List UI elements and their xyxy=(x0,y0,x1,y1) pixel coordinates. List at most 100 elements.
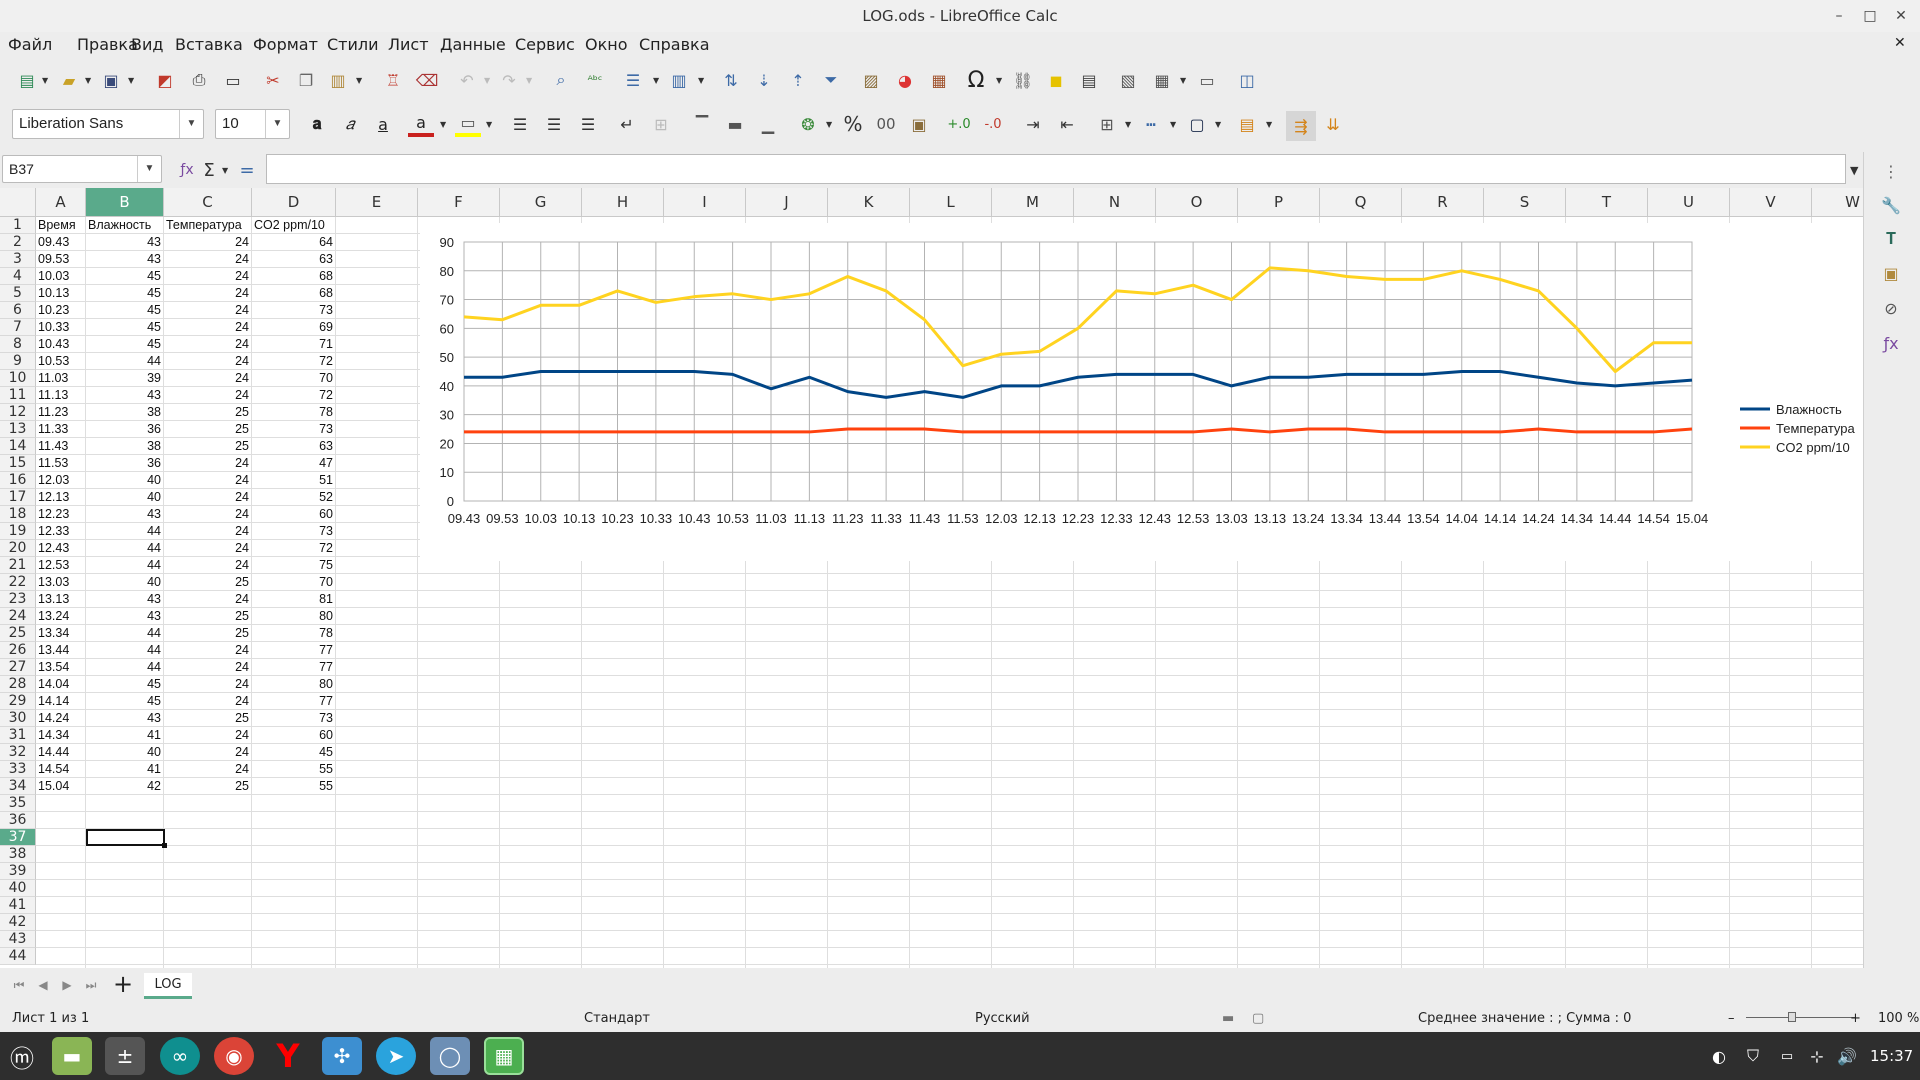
new-dropdown-icon[interactable]: ▼ xyxy=(42,76,48,85)
zoom-out-icon[interactable]: – xyxy=(1728,1011,1735,1026)
select-all-corner[interactable] xyxy=(0,188,36,217)
menu-file[interactable]: Файл xyxy=(8,35,52,54)
row-header-22[interactable]: 22 xyxy=(0,574,36,591)
cell-b32[interactable]: 40 xyxy=(88,745,161,759)
cell-b21[interactable]: 44 xyxy=(88,558,161,572)
mint-menu-icon[interactable]: ⓜ xyxy=(2,1037,42,1075)
row-header-7[interactable]: 7 xyxy=(0,319,36,336)
row-header-40[interactable]: 40 xyxy=(0,880,36,897)
desktop-icon[interactable]: ◯ xyxy=(430,1037,470,1075)
cell-c18[interactable]: 24 xyxy=(166,507,249,521)
cell-a14[interactable]: 11.43 xyxy=(38,439,83,453)
minimize-icon[interactable]: – xyxy=(1822,0,1856,32)
cell-c15[interactable]: 24 xyxy=(166,456,249,470)
cell-a13[interactable]: 11.33 xyxy=(38,422,83,436)
cell-b18[interactable]: 43 xyxy=(88,507,161,521)
name-box[interactable]: B37 ▼ xyxy=(2,155,162,183)
cell-c3[interactable]: 24 xyxy=(166,252,249,266)
cell-a22[interactable]: 13.03 xyxy=(38,575,83,589)
cell-a34[interactable]: 15.04 xyxy=(38,779,83,793)
save-dropdown-icon[interactable]: ▼ xyxy=(128,76,134,85)
cell-b25[interactable]: 44 xyxy=(88,626,161,640)
row-header-21[interactable]: 21 xyxy=(0,557,36,574)
cell-a5[interactable]: 10.13 xyxy=(38,286,83,300)
background-color-dropdown-icon[interactable]: ▼ xyxy=(486,120,492,129)
zoom-level[interactable]: 100 % xyxy=(1878,1011,1919,1026)
row-header-30[interactable]: 30 xyxy=(0,710,36,727)
cell-c28[interactable]: 24 xyxy=(166,677,249,691)
row-header-5[interactable]: 5 xyxy=(0,285,36,302)
cell-a18[interactable]: 12.23 xyxy=(38,507,83,521)
column-header-m[interactable]: M xyxy=(992,188,1074,217)
row-header-35[interactable]: 35 xyxy=(0,795,36,812)
row-icon[interactable]: ☰ xyxy=(620,67,646,93)
borders-dropdown-icon[interactable]: ▼ xyxy=(1125,120,1131,129)
sum-icon[interactable]: Σ xyxy=(196,157,222,183)
first-sheet-icon[interactable]: ⏮ xyxy=(6,972,32,998)
cell-a28[interactable]: 14.04 xyxy=(38,677,83,691)
cell-a17[interactable]: 12.13 xyxy=(38,490,83,504)
cell-a30[interactable]: 14.24 xyxy=(38,711,83,725)
cell-a25[interactable]: 13.34 xyxy=(38,626,83,640)
sort-descending-icon[interactable]: ⇡ xyxy=(785,67,811,93)
cell-d17[interactable]: 52 xyxy=(254,490,333,504)
tray-shield-icon[interactable]: ⛉ xyxy=(1740,1037,1766,1075)
cell-d14[interactable]: 63 xyxy=(254,439,333,453)
cell-d15[interactable]: 47 xyxy=(254,456,333,470)
menu-help[interactable]: Справка xyxy=(639,35,710,54)
cell-a24[interactable]: 13.24 xyxy=(38,609,83,623)
cell-a10[interactable]: 11.03 xyxy=(38,371,83,385)
cell-c12[interactable]: 25 xyxy=(166,405,249,419)
cell-d22[interactable]: 70 xyxy=(254,575,333,589)
cell-c23[interactable]: 24 xyxy=(166,592,249,606)
cell-d7[interactable]: 69 xyxy=(254,320,333,334)
row-header-9[interactable]: 9 xyxy=(0,353,36,370)
cell-d5[interactable]: 68 xyxy=(254,286,333,300)
cell-b22[interactable]: 40 xyxy=(88,575,161,589)
cell-a16[interactable]: 12.03 xyxy=(38,473,83,487)
align-middle-icon[interactable]: ▬ xyxy=(722,111,748,137)
vertical-text-icon[interactable]: ⇊ xyxy=(1320,111,1346,137)
tray-update-icon[interactable]: ◐ xyxy=(1706,1037,1732,1075)
cell-b6[interactable]: 45 xyxy=(88,303,161,317)
column-header-o[interactable]: O xyxy=(1156,188,1238,217)
column-header-h[interactable]: H xyxy=(582,188,664,217)
background-color-icon[interactable]: ▭ xyxy=(455,111,481,137)
cell-d8[interactable]: 71 xyxy=(254,337,333,351)
libreoffice-calc-icon[interactable]: ▦ xyxy=(484,1037,524,1075)
wrap-text-icon[interactable]: ↵ xyxy=(614,111,640,137)
cell-d2[interactable]: 64 xyxy=(254,235,333,249)
cell-a26[interactable]: 13.44 xyxy=(38,643,83,657)
expand-formula-bar-icon[interactable]: ▼ xyxy=(1850,164,1858,177)
decrease-indent-icon[interactable]: ⇤ xyxy=(1054,111,1080,137)
spreadsheet-grid[interactable]: ABCDEFGHIJKLMNOPQRSTUVW 1 2 3 4 5 6 7 8 9 10 11 12 1… xyxy=(0,188,1863,968)
cell-b13[interactable]: 36 xyxy=(88,422,161,436)
sidebar-menu-icon[interactable]: ⋮ xyxy=(1878,158,1904,184)
align-center-icon[interactable]: ☰ xyxy=(541,111,567,137)
column-header-w[interactable]: W xyxy=(1812,188,1863,217)
column-header-b[interactable]: B xyxy=(86,188,164,217)
spelling-icon[interactable]: ᴬᵇᶜ xyxy=(582,67,608,93)
cell-a12[interactable]: 11.23 xyxy=(38,405,83,419)
cut-icon[interactable]: ✂ xyxy=(260,67,286,93)
functions-icon[interactable]: ƒx xyxy=(1878,330,1904,356)
cell-b33[interactable]: 41 xyxy=(88,762,161,776)
pivot-table-icon[interactable]: ▦ xyxy=(926,67,952,93)
cell-b15[interactable]: 36 xyxy=(88,456,161,470)
menu-window[interactable]: Окно xyxy=(585,35,628,54)
row-header-19[interactable]: 19 xyxy=(0,523,36,540)
currency-format-icon[interactable]: ❂ xyxy=(795,111,821,137)
navigator-icon[interactable]: ⊘ xyxy=(1878,295,1904,321)
cell-b27[interactable]: 44 xyxy=(88,660,161,674)
column-header-s[interactable]: S xyxy=(1484,188,1566,217)
row-header-11[interactable]: 11 xyxy=(0,387,36,404)
telegram-icon[interactable]: ➤ xyxy=(376,1037,416,1075)
column-header-q[interactable]: Q xyxy=(1320,188,1402,217)
column-header-r[interactable]: R xyxy=(1402,188,1484,217)
cell-c11[interactable]: 24 xyxy=(166,388,249,402)
cell-a1[interactable]: Время xyxy=(38,218,83,232)
row-header-44[interactable]: 44 xyxy=(0,948,36,965)
next-sheet-icon[interactable]: ▶ xyxy=(54,972,80,998)
cell-d9[interactable]: 72 xyxy=(254,354,333,368)
zoom-in-icon[interactable]: + xyxy=(1850,1011,1861,1026)
